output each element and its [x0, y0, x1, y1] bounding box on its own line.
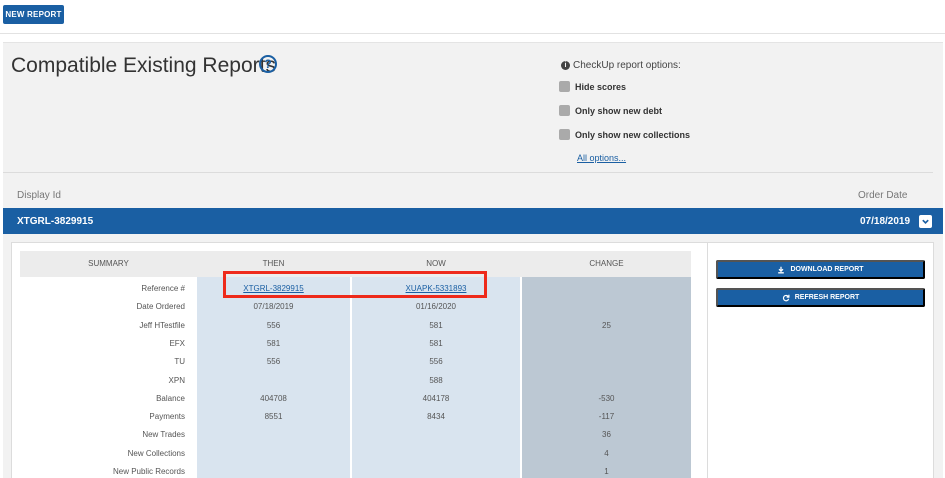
summary-header: SUMMARY [88, 259, 129, 268]
order-date-header: Order Date [858, 190, 908, 201]
then-cell: 404708 [260, 394, 287, 403]
option-label: Only show new debt [575, 105, 663, 116]
chevron-down-icon[interactable] [919, 215, 932, 228]
report-display-id: XTGRL-3829915 [17, 216, 94, 227]
now-cell: 404178 [422, 394, 450, 403]
download-report-label: DOWNLOAD REPORT [790, 266, 864, 273]
change-header: CHANGE [589, 259, 624, 268]
then-cell: 8551 [264, 412, 283, 421]
now-header: NOW [426, 259, 446, 268]
report-row[interactable]: XTGRL-3829915 07/18/2019 [3, 208, 943, 234]
panel-divider [3, 172, 933, 173]
now-cell: 581 [429, 339, 443, 348]
sidebar-divider [707, 242, 708, 478]
display-id-header: Display Id [17, 190, 61, 201]
change-cell: -530 [598, 394, 615, 403]
now-cell: 8434 [427, 412, 445, 421]
then-cell: 581 [266, 339, 281, 348]
change-cell: 25 [602, 321, 611, 330]
change-cell: 4 [604, 449, 609, 458]
option-new-collections[interactable]: Only show new collections [559, 129, 690, 140]
option-label: Hide scores [575, 81, 627, 92]
option-new-debt[interactable]: Only show new debt [559, 105, 662, 116]
refresh-report-label: REFRESH REPORT [794, 294, 860, 301]
then-header: THEN [262, 259, 285, 268]
new-report-button[interactable]: NEW REPORT [3, 5, 64, 24]
now-cell: 556 [429, 357, 443, 366]
row-label: Payments [149, 412, 185, 421]
hide-scores-checkbox[interactable] [559, 81, 570, 92]
now-cell: 588 [429, 376, 443, 385]
info-icon: i [561, 61, 570, 70]
row-label: XPN [168, 376, 185, 385]
page-title: Compatible Existing Reports [11, 54, 276, 77]
options-header-label: CheckUp report options: [573, 60, 681, 71]
new-debt-checkbox[interactable] [559, 105, 570, 116]
download-report-button[interactable]: DOWNLOAD REPORT [716, 260, 925, 279]
change-cell: 1 [604, 467, 609, 476]
then-cell: 556 [266, 321, 281, 330]
new-collections-checkbox[interactable] [559, 129, 570, 140]
report-order-date: 07/18/2019 [860, 216, 911, 227]
refresh-icon [782, 294, 790, 301]
row-label: EFX [169, 339, 185, 348]
top-divider [0, 33, 945, 34]
all-options-link[interactable]: All options... [577, 153, 626, 163]
option-label: Only show new collections [575, 129, 691, 140]
row-label: Jeff HTestfile [139, 321, 185, 330]
now-cell: 01/16/2020 [415, 302, 457, 311]
change-cell: -117 [598, 412, 615, 421]
download-icon [778, 266, 785, 273]
row-label: TU [174, 357, 185, 366]
row-label: New Trades [142, 430, 185, 439]
then-cell: 07/18/2019 [253, 302, 294, 311]
help-icon[interactable]: ? [259, 55, 277, 73]
reference-highlight-box [223, 271, 487, 298]
row-label: Balance [156, 394, 185, 403]
row-label: New Public Records [112, 467, 185, 476]
row-label: New Collections [127, 449, 185, 458]
row-label: Date Ordered [136, 302, 185, 311]
option-hide-scores[interactable]: Hide scores [559, 81, 626, 92]
change-cell: 36 [602, 430, 611, 439]
now-cell: 581 [429, 321, 443, 330]
options-header: i CheckUp report options: [561, 60, 681, 71]
change-column [522, 277, 691, 478]
refresh-report-button[interactable]: REFRESH REPORT [716, 288, 925, 307]
then-cell: 556 [266, 357, 281, 366]
row-label: Reference # [141, 284, 185, 293]
